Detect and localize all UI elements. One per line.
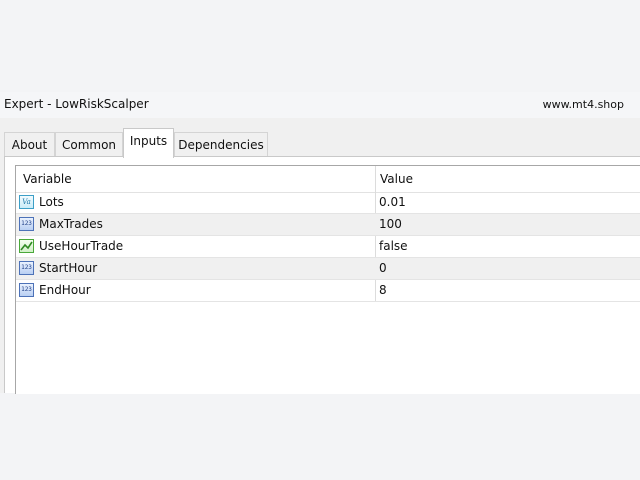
brand-watermark: www.mt4.shop xyxy=(542,98,624,111)
tab-common[interactable]: Common xyxy=(55,132,123,156)
tab-inputs[interactable]: Inputs xyxy=(123,128,174,158)
column-header-value[interactable]: Value xyxy=(380,166,413,192)
inputs-table: Variable Value Va Lots 0.01 123 MaxTrade… xyxy=(15,165,640,394)
inputs-panel: Variable Value Va Lots 0.01 123 MaxTrade… xyxy=(4,156,640,394)
properties-dialog: About Common Inputs Dependencies Variabl… xyxy=(0,118,640,394)
column-header-variable[interactable]: Variable xyxy=(23,166,72,192)
title-bar: Expert - LowRiskScalper www.mt4.shop xyxy=(0,92,640,118)
variable-value[interactable]: 0.01 xyxy=(379,192,406,213)
tab-dependencies[interactable]: Dependencies xyxy=(174,132,268,156)
table-row[interactable]: 123 EndHour 8 xyxy=(16,280,640,302)
variable-name: MaxTrades xyxy=(39,217,103,231)
table-row[interactable]: UseHourTrade false xyxy=(16,236,640,258)
variable-name: EndHour xyxy=(39,283,91,297)
tab-about[interactable]: About xyxy=(4,132,55,156)
variable-value[interactable]: 8 xyxy=(379,280,387,301)
variable-name: UseHourTrade xyxy=(39,239,124,253)
table-row[interactable]: 123 StartHour 0 xyxy=(16,258,640,280)
table-row[interactable]: Va Lots 0.01 xyxy=(16,192,640,214)
variable-name: StartHour xyxy=(39,261,98,275)
double-type-icon: Va xyxy=(19,195,34,209)
variable-name: Lots xyxy=(39,195,64,209)
variable-value[interactable]: 0 xyxy=(379,258,387,279)
integer-type-icon: 123 xyxy=(19,217,34,231)
integer-type-icon: 123 xyxy=(19,283,34,297)
window-title: Expert - LowRiskScalper xyxy=(4,97,149,111)
integer-type-icon: 123 xyxy=(19,261,34,275)
variable-value[interactable]: false xyxy=(379,236,408,257)
top-blank-area xyxy=(0,0,640,92)
table-row[interactable]: 123 MaxTrades 100 xyxy=(16,214,640,236)
variable-value[interactable]: 100 xyxy=(379,214,402,235)
table-header: Variable Value xyxy=(16,166,640,193)
bool-type-icon xyxy=(19,239,34,253)
